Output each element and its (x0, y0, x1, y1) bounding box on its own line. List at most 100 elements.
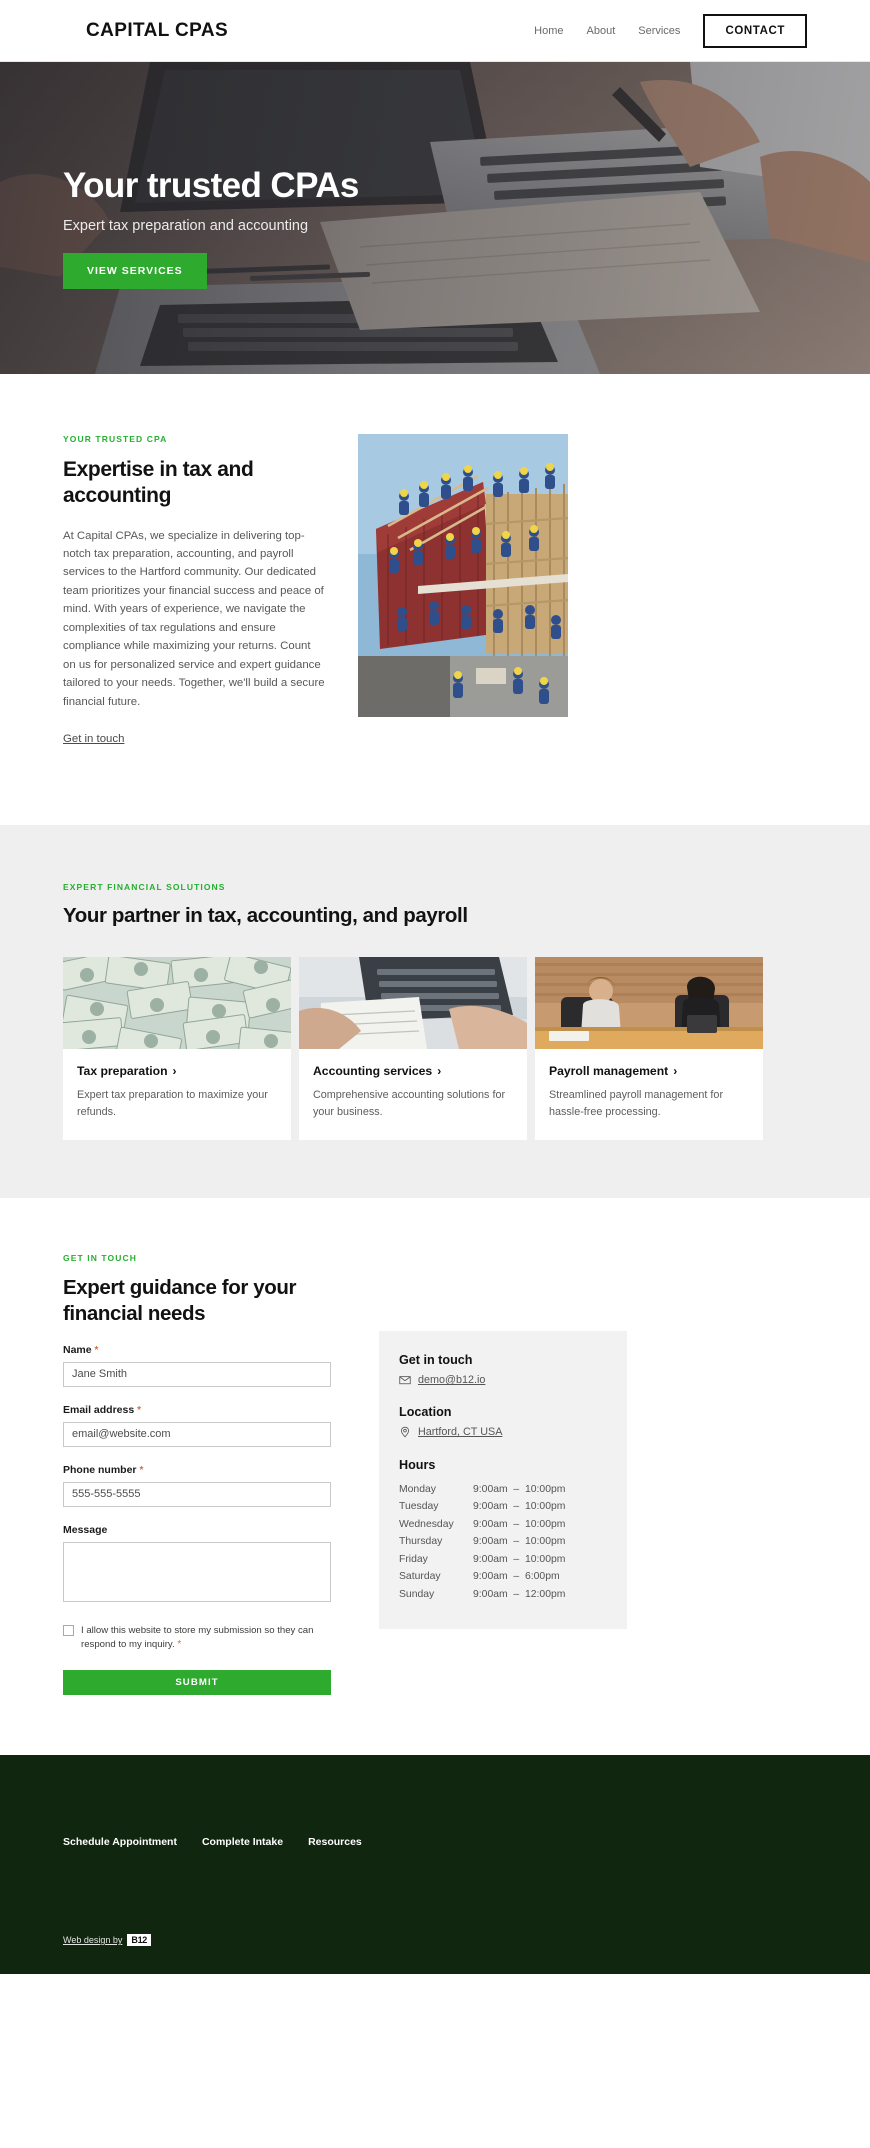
site-header: CAPITAL CPAS Home About Services CONTACT (0, 0, 870, 62)
accounting-services-body: Accounting services › Comprehensive acco… (299, 1049, 527, 1140)
service-card-title: Payroll management (549, 1064, 669, 1079)
service-card-desc: Comprehensive accounting solutions for y… (313, 1089, 506, 1118)
view-services-button[interactable]: VIEW SERVICES (63, 252, 207, 289)
message-textarea[interactable] (63, 1541, 331, 1602)
hours-time: 9:00am – 10:00pm (473, 1553, 566, 1565)
hours-row: Friday 9:00am – 10:00pm (399, 1551, 607, 1568)
tax-preparation-image (63, 957, 291, 1050)
chevron-right-icon: › (673, 1064, 678, 1079)
tax-preparation-title-row[interactable]: Tax preparation › (77, 1064, 277, 1078)
chevron-right-icon: › (172, 1064, 177, 1079)
main-nav: Home About Services CONTACT (534, 13, 807, 48)
location-heading: Location (399, 1405, 452, 1419)
phone-label: Phone number * (63, 1464, 331, 1476)
about-heading: Expertise in tax and accounting (63, 458, 254, 508)
footer-credit-text: Web design by (63, 1935, 123, 1946)
hours-day: Saturday (399, 1571, 441, 1583)
footer-link-complete-intake[interactable]: Complete Intake (202, 1836, 283, 1848)
hours-time: 9:00am – 10:00pm (473, 1484, 566, 1495)
about-image (358, 434, 568, 717)
b12-logo[interactable]: B12 (127, 1934, 151, 1947)
about-paragraph: At Capital CPAs, we specialize in delive… (63, 529, 325, 708)
hero-content: Your trusted CPAs Expert tax preparation… (63, 166, 359, 289)
accounting-services-image (299, 957, 527, 1050)
hero-section: Your trusted CPAs Expert tax preparation… (0, 62, 870, 374)
chevron-right-icon: › (437, 1064, 442, 1079)
email-input[interactable] (63, 1421, 331, 1447)
hours-time: 9:00am – 10:00pm (473, 1536, 566, 1548)
map-pin-icon (400, 1426, 410, 1438)
email-row[interactable]: demo@b12.io (399, 1374, 607, 1386)
footer-link-resources[interactable]: Resources (308, 1836, 362, 1848)
nav-item-about[interactable]: About (587, 25, 616, 37)
envelope-icon (399, 1376, 411, 1385)
service-card-title: Accounting services (313, 1064, 433, 1079)
email-link[interactable]: demo@b12.io (418, 1374, 485, 1386)
services-section: EXPERT FINANCIAL SOLUTIONS Your partner … (0, 825, 870, 1198)
consent-checkbox[interactable] (63, 1624, 74, 1636)
payroll-management-title-row[interactable]: Payroll management › (549, 1064, 749, 1078)
services-eyebrow: EXPERT FINANCIAL SOLUTIONS (63, 882, 226, 893)
hours-time: 9:00am – 10:00pm (473, 1518, 566, 1530)
brand-logo[interactable]: CAPITAL CPAS (86, 20, 228, 42)
contact-form-column: GET IN TOUCH Expert guidance for your fi… (63, 1253, 331, 1696)
payroll-management-image (535, 957, 763, 1050)
contact-heading: Expert guidance for your financial needs (63, 1276, 297, 1325)
hours-row: Monday 9:00am – 10:00pm (399, 1481, 607, 1498)
location-row[interactable]: Hartford, CT USA (399, 1426, 607, 1438)
get-in-touch-link[interactable]: Get in touch (63, 733, 124, 745)
service-cards: Tax preparation › Expert tax preparation… (63, 957, 807, 1140)
contact-info-panel: Get in touch demo@b12.io Location Hartfo… (379, 1331, 627, 1630)
about-text-column: YOUR TRUSTED CPA Expertise in tax and ac… (63, 434, 325, 747)
accounting-services-title-row[interactable]: Accounting services › (313, 1064, 513, 1078)
nav-item-home[interactable]: Home (534, 25, 563, 37)
footer-credit[interactable]: Web design by B12 (63, 1934, 151, 1947)
hours-day: Wednesday (399, 1518, 454, 1530)
hours-day: Tuesday (399, 1501, 439, 1513)
required-mark: * (139, 1464, 144, 1476)
hours-time: 9:00am – 6:00pm (473, 1571, 560, 1583)
hours-day: Thursday (399, 1536, 443, 1548)
consent-row[interactable]: I allow this website to store my submiss… (63, 1624, 331, 1652)
hours-day: Friday (399, 1553, 428, 1565)
phone-field-group: Phone number * (63, 1464, 331, 1507)
consent-text-label: I allow this website to store my submiss… (81, 1624, 314, 1650)
site-footer: Schedule Appointment Complete Intake Res… (0, 1755, 870, 1975)
contact-section: GET IN TOUCH Expert guidance for your fi… (0, 1198, 870, 1756)
submit-button[interactable]: SUBMIT (63, 1670, 331, 1696)
email-label: Email address * (63, 1404, 331, 1416)
hours-row: Saturday 9:00am – 6:00pm (399, 1568, 607, 1585)
message-label: Message (63, 1523, 108, 1536)
hours-row: Sunday 9:00am – 12:00pm (399, 1586, 607, 1603)
service-card-desc: Streamlined payroll management for hassl… (549, 1089, 724, 1118)
email-label-text: Email address (63, 1403, 135, 1416)
get-in-touch-heading: Get in touch (399, 1353, 473, 1367)
hours-day: Monday (399, 1484, 436, 1495)
footer-links: Schedule Appointment Complete Intake Res… (63, 1836, 807, 1848)
hours-day: Sunday (399, 1588, 435, 1600)
phone-input[interactable] (63, 1481, 331, 1507)
hours-time: 9:00am – 10:00pm (473, 1501, 566, 1513)
hours-time: 9:00am – 12:00pm (473, 1588, 566, 1600)
hero-subtitle: Expert tax preparation and accounting (63, 217, 309, 234)
nav-item-services[interactable]: Services (638, 25, 680, 37)
service-card-desc: Expert tax preparation to maximize your … (77, 1089, 268, 1118)
footer-link-schedule-appointment[interactable]: Schedule Appointment (63, 1836, 177, 1848)
hero-title: Your trusted CPAs (63, 166, 359, 205)
payroll-management-body: Payroll management › Streamlined payroll… (535, 1049, 763, 1140)
hours-row: Thursday 9:00am – 10:00pm (399, 1533, 607, 1550)
contact-button[interactable]: CONTACT (703, 13, 807, 48)
service-card-payroll-management[interactable]: Payroll management › Streamlined payroll… (535, 957, 763, 1140)
contact-eyebrow: GET IN TOUCH (63, 1253, 137, 1263)
service-card-accounting-services[interactable]: Accounting services › Comprehensive acco… (299, 957, 527, 1140)
required-mark: * (94, 1344, 99, 1356)
hours-row: Wednesday 9:00am – 10:00pm (399, 1516, 607, 1533)
service-card-title: Tax preparation (77, 1064, 168, 1079)
service-card-tax-preparation[interactable]: Tax preparation › Expert tax preparation… (63, 957, 291, 1140)
hours-heading: Hours (399, 1458, 436, 1472)
name-label: Name * (63, 1344, 331, 1356)
name-input[interactable] (63, 1361, 331, 1387)
consent-text: I allow this website to store my submiss… (81, 1624, 331, 1652)
location-link[interactable]: Hartford, CT USA (418, 1426, 502, 1438)
about-eyebrow: YOUR TRUSTED CPA (63, 434, 168, 444)
